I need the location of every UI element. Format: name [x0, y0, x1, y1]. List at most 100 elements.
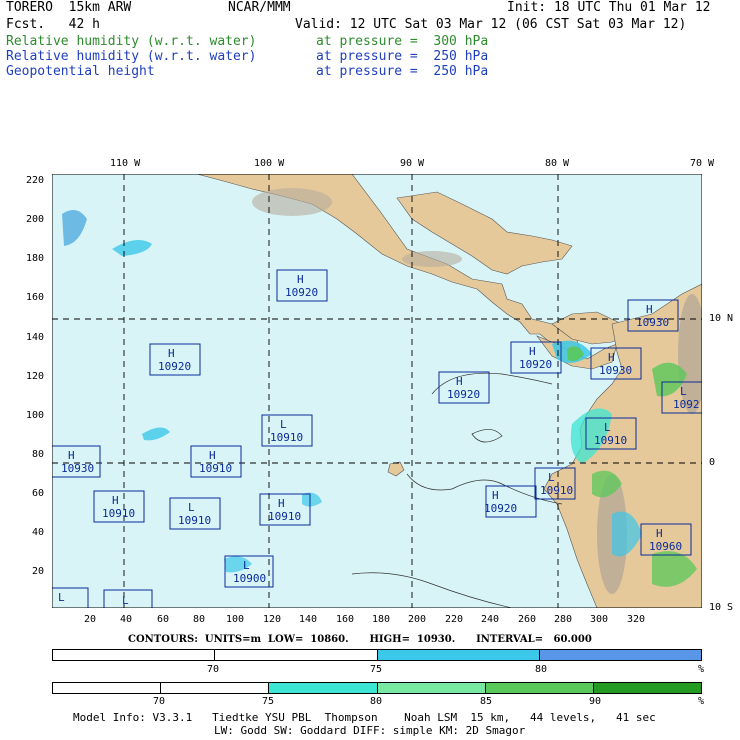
center-type: H: [608, 351, 615, 364]
center-value: 1092: [673, 398, 700, 411]
center-value: 10930: [636, 316, 669, 329]
terrain-guatemala: [402, 251, 462, 267]
colorbar-2-seg: [485, 683, 594, 693]
center-type: L: [58, 591, 65, 604]
center-type: H: [278, 497, 285, 510]
x-tick-280: 280: [554, 614, 573, 625]
center-type: H: [297, 273, 304, 286]
center-value: 10930: [599, 364, 632, 377]
center-type: L: [280, 418, 287, 431]
y-tick-180: 180: [26, 253, 45, 264]
lat-label-10n: 10 N: [709, 313, 734, 324]
center-value: 10910: [594, 434, 627, 447]
lat-label-0: 0: [709, 457, 716, 468]
x-tick-200: 200: [408, 614, 427, 625]
x-tick-80: 80: [193, 614, 206, 625]
center-type: H: [209, 449, 216, 462]
center-type: L: [122, 594, 129, 607]
center-type: H: [68, 449, 75, 462]
center-value: 10910: [540, 484, 573, 497]
center-type: H: [656, 527, 663, 540]
center-type: L: [243, 559, 250, 572]
colorbar-1-seg: [377, 650, 540, 660]
colorbar-2-seg: [269, 683, 378, 693]
y-tick-200: 200: [26, 214, 45, 225]
y-tick-20: 20: [32, 566, 45, 577]
x-tick-120: 120: [263, 614, 282, 625]
valid-time: Valid: 12 UTC Sat 03 Mar 12 (06 CST Sat …: [295, 17, 687, 32]
x-tick-20: 20: [84, 614, 97, 625]
field-2-level: at pressure = 250 hPa: [316, 49, 489, 64]
center-type: H: [112, 494, 119, 507]
center-type: H: [646, 303, 653, 316]
lat-label-10s: 10 S: [709, 602, 734, 613]
center-type: L: [680, 385, 687, 398]
colorbar-1: [52, 649, 702, 661]
center-value: 10920: [519, 358, 552, 371]
colorbar-2-seg: [593, 683, 702, 693]
model-info: Model Info: V3.3.1 Tiedtke YSU PBL Thomp…: [73, 711, 656, 724]
y-tick-120: 120: [26, 371, 45, 382]
center-type: L: [548, 471, 555, 484]
x-tick-100: 100: [226, 614, 245, 625]
colorbar-2-label: 80: [370, 696, 383, 707]
center-type: L: [188, 501, 195, 514]
lon-label-80w: 80 W: [545, 158, 570, 169]
colorbar-1-seg: [53, 650, 216, 660]
field-3-level: at pressure = 250 hPa: [316, 64, 489, 79]
center-type: H: [492, 489, 499, 502]
y-tick-140: 140: [26, 332, 45, 343]
center-value: 10930: [61, 462, 94, 475]
init-time: Init: 18 UTC Thu 01 Mar 12: [507, 0, 711, 15]
center-value: 10920: [158, 360, 191, 373]
colorbar-2-label: 75: [262, 696, 275, 707]
lon-label-100w: 100 W: [254, 158, 285, 169]
field-1-level: at pressure = 300 hPa: [316, 34, 489, 49]
field-2-name: Relative humidity (w.r.t. water): [6, 49, 257, 64]
center-value: 10960: [649, 540, 682, 553]
center-type: H: [168, 347, 175, 360]
colorbar-2: [52, 682, 702, 694]
center-value: 10920: [447, 388, 480, 401]
org-label: NCAR/MMM: [228, 0, 291, 15]
colorbar-1-label: 70: [207, 664, 220, 675]
center-value: 10910: [178, 514, 211, 527]
forecast-hour: Fcst. 42 h: [6, 17, 100, 32]
center-value: 10920: [285, 286, 318, 299]
lon-label-70w: 70 W: [690, 158, 715, 169]
colorbar-2-seg: [161, 683, 270, 693]
colorbar-1-label: 75: [370, 664, 383, 675]
lon-label-90w: 90 W: [400, 158, 425, 169]
colorbar-2-unit: %: [698, 696, 705, 707]
colorbar-2-label: 85: [480, 696, 493, 707]
center-value: 10900: [233, 572, 266, 585]
center-value: 10920: [484, 502, 517, 515]
x-tick-300: 300: [590, 614, 609, 625]
center-type: H: [456, 375, 463, 388]
lon-label-110w: 110 W: [110, 158, 141, 169]
x-tick-160: 160: [336, 614, 355, 625]
terrain-sierra-madre: [252, 188, 332, 216]
x-tick-40: 40: [120, 614, 133, 625]
center-value: 10910: [102, 507, 135, 520]
field-1-name: Relative humidity (w.r.t. water): [6, 34, 257, 49]
center-value: 10910: [199, 462, 232, 475]
x-tick-220: 220: [445, 614, 464, 625]
colorbar-2-seg: [377, 683, 486, 693]
colorbar-2-label: 70: [153, 696, 166, 707]
colorbar-2-label: 90: [589, 696, 602, 707]
contours-info: CONTOURS: UNITS=m LOW= 10860. HIGH= 1093…: [128, 634, 592, 645]
center-type: L: [604, 421, 611, 434]
colorbar-1-seg: [215, 650, 378, 660]
x-tick-240: 240: [481, 614, 500, 625]
center-value: 10910: [268, 510, 301, 523]
colorbar-1-label: 80: [535, 664, 548, 675]
weather-map: H 10920 H 10920 H 10930 H 10920 H 10920 …: [52, 174, 702, 608]
y-tick-60: 60: [32, 488, 45, 499]
x-tick-260: 260: [518, 614, 537, 625]
center-value: 10910: [270, 431, 303, 444]
colorbar-1-seg: [539, 650, 701, 660]
y-tick-160: 160: [26, 292, 45, 303]
x-tick-320: 320: [627, 614, 646, 625]
center-type: H: [529, 345, 536, 358]
